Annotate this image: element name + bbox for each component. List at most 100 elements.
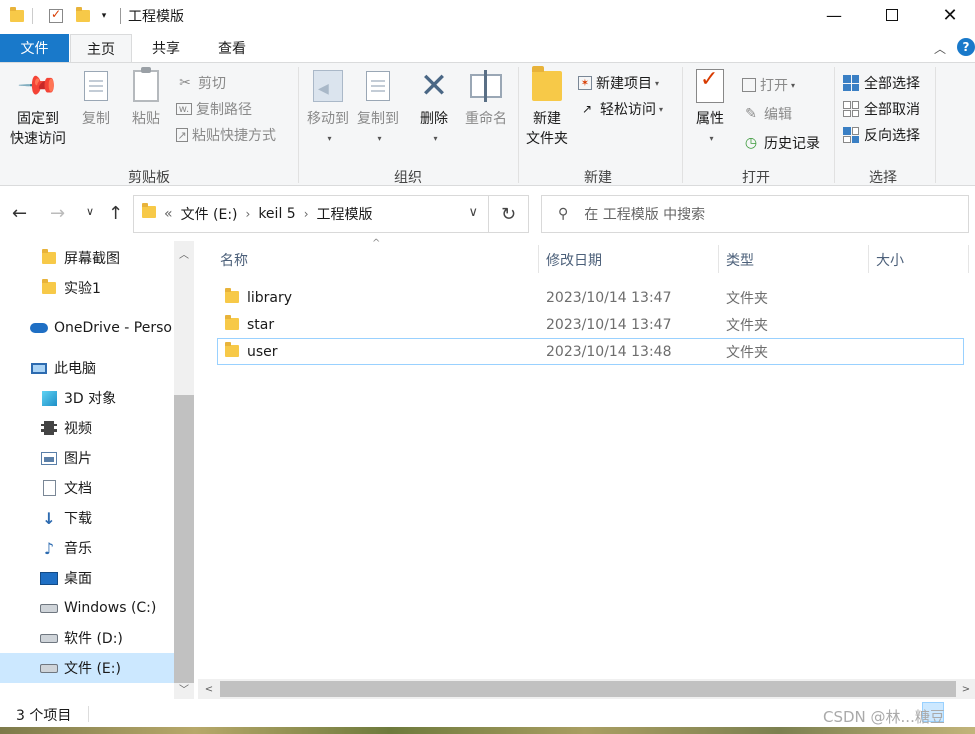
delete-button[interactable]: ✕ 删除 ▾ bbox=[416, 67, 452, 149]
chevron-right-icon[interactable]: › bbox=[304, 207, 309, 221]
breadcrumb-drive[interactable]: 文件 (E:) bbox=[181, 204, 238, 224]
refresh-button[interactable]: ↻ bbox=[489, 195, 529, 233]
sidebar-item-3d-objects[interactable]: 3D 对象 bbox=[0, 383, 174, 413]
rename-button[interactable]: 重命名 bbox=[462, 67, 510, 129]
sidebar-item-drive-d[interactable]: 软件 (D:) bbox=[0, 623, 174, 653]
paste-shortcut-label: 粘贴快捷方式 bbox=[192, 128, 276, 144]
window-title: 工程模版 bbox=[128, 9, 184, 25]
scroll-left-chevron-icon[interactable]: < bbox=[200, 679, 218, 699]
sidebar-item-this-pc[interactable]: 此电脑 bbox=[0, 353, 174, 383]
breadcrumb-overflow[interactable]: « bbox=[164, 206, 173, 222]
edit-button[interactable]: ✎ 编辑 bbox=[742, 103, 792, 125]
sidebar-scrollbar-thumb[interactable] bbox=[174, 395, 194, 683]
file-row-library[interactable]: library 2023/10/14 13:47 文件夹 bbox=[217, 284, 964, 311]
help-icon[interactable]: ? bbox=[957, 38, 975, 56]
column-separator[interactable] bbox=[968, 245, 969, 273]
paste-shortcut-button[interactable]: ↗ 粘贴快捷方式 bbox=[176, 124, 276, 146]
column-separator[interactable] bbox=[538, 245, 539, 273]
scroll-right-chevron-icon[interactable]: > bbox=[957, 679, 975, 699]
sort-ascending-icon: ^ bbox=[372, 238, 381, 249]
tab-file[interactable]: 文件 bbox=[0, 34, 69, 62]
sidebar-item-pictures[interactable]: 图片 bbox=[0, 443, 174, 473]
pin-to-quick-access-button[interactable]: 📌 固定到 快速访问 bbox=[8, 63, 68, 149]
recent-locations-chevron-down-icon[interactable]: ∨ bbox=[86, 205, 94, 218]
new-folder-quick-icon[interactable] bbox=[76, 7, 90, 25]
copy-button[interactable]: 复制 bbox=[76, 67, 116, 129]
sidebar-item-label: 下载 bbox=[64, 511, 92, 527]
invert-selection-button[interactable]: 反向选择 bbox=[842, 124, 920, 146]
tab-view[interactable]: 查看 bbox=[204, 34, 260, 62]
address-bar[interactable]: « 文件 (E:) › keil 5 › 工程模版 ∨ bbox=[133, 195, 489, 233]
properties-button[interactable]: 属性 ▾ bbox=[690, 67, 730, 149]
cut-button[interactable]: ✂ 剪切 bbox=[176, 72, 226, 94]
sidebar-item-videos[interactable]: 视频 bbox=[0, 413, 174, 443]
column-header-date[interactable]: 修改日期 bbox=[546, 250, 602, 270]
sidebar-item-documents[interactable]: 文档 bbox=[0, 473, 174, 503]
properties-quick-icon[interactable] bbox=[48, 7, 64, 25]
pin-icon: 📌 bbox=[15, 63, 61, 109]
group-separator bbox=[682, 67, 683, 183]
column-separator[interactable] bbox=[868, 245, 869, 273]
sidebar-item-music[interactable]: ♪ 音乐 bbox=[0, 533, 174, 563]
scroll-down-chevron-icon[interactable]: ﹀ bbox=[174, 679, 194, 697]
sidebar-item-onedrive[interactable]: OneDrive - Perso bbox=[0, 313, 174, 343]
file-date: 2023/10/14 13:47 bbox=[546, 316, 672, 333]
scroll-up-chevron-icon[interactable]: ︿ bbox=[174, 244, 194, 262]
breadcrumb-keil[interactable]: keil 5 bbox=[258, 206, 295, 222]
collapse-ribbon-chevron-up-icon[interactable]: ︿ bbox=[934, 40, 946, 57]
breadcrumb-current[interactable]: 工程模版 bbox=[317, 204, 373, 224]
large-icons-view-button[interactable] bbox=[948, 702, 970, 722]
new-folder-button[interactable]: 新建 文件夹 bbox=[524, 66, 570, 149]
file-row-star[interactable]: star 2023/10/14 13:47 文件夹 bbox=[217, 311, 964, 338]
chevron-down-icon: ▾ bbox=[791, 80, 796, 90]
move-to-button[interactable]: 移动到 ▾ bbox=[304, 67, 352, 149]
sidebar-item-label: 桌面 bbox=[64, 571, 92, 587]
path-icon: w. bbox=[176, 103, 192, 115]
history-button[interactable]: ◷ 历史记录 bbox=[742, 132, 820, 154]
desktop-icon bbox=[40, 570, 58, 586]
select-all-button[interactable]: 全部选择 bbox=[842, 72, 920, 94]
easy-access-button[interactable]: ↗ 轻松访问 ▾ bbox=[578, 98, 663, 120]
up-arrow-icon[interactable]: ↑ bbox=[108, 203, 123, 224]
new-item-button[interactable]: ✶ 新建项目 ▾ bbox=[578, 72, 659, 94]
sidebar-item-drive-c[interactable]: Windows (C:) bbox=[0, 593, 174, 623]
sidebar-item-screenshots[interactable]: 屏幕截图 bbox=[0, 243, 174, 273]
select-none-button[interactable]: 全部取消 bbox=[842, 98, 920, 120]
close-button[interactable]: ✕ bbox=[921, 0, 975, 30]
horizontal-scrollbar-thumb[interactable] bbox=[220, 681, 956, 697]
open-button[interactable]: 打开 ▾ bbox=[742, 74, 795, 96]
customize-toolbar-chevron-down-icon[interactable]: ▾ bbox=[98, 7, 110, 25]
sidebar-item-desktop[interactable]: 桌面 bbox=[0, 563, 174, 593]
tab-home[interactable]: 主页 bbox=[70, 34, 132, 62]
select-all-label: 全部选择 bbox=[864, 76, 920, 92]
forward-arrow-icon[interactable]: → bbox=[50, 203, 65, 224]
file-row-user[interactable]: user 2023/10/14 13:48 文件夹 bbox=[217, 338, 964, 365]
new-item-icon: ✶ bbox=[578, 76, 592, 90]
address-history-chevron-down-icon[interactable]: ∨ bbox=[468, 205, 478, 220]
paste-button[interactable]: 粘贴 bbox=[126, 67, 166, 129]
separator bbox=[88, 706, 89, 722]
column-separator[interactable] bbox=[718, 245, 719, 273]
copy-path-button[interactable]: w. 复制路径 bbox=[176, 98, 252, 120]
column-header-size[interactable]: 大小 bbox=[876, 250, 904, 270]
delete-x-icon: ✕ bbox=[419, 66, 449, 106]
column-header-name[interactable]: 名称 bbox=[220, 250, 248, 270]
copy-label: 复制 bbox=[82, 111, 110, 127]
copy-icon bbox=[79, 67, 113, 105]
search-box[interactable]: ⚲ 在 工程模版 中搜索 bbox=[541, 195, 969, 233]
file-type: 文件夹 bbox=[726, 290, 768, 307]
minimize-button[interactable]: — bbox=[805, 0, 863, 30]
chevron-down-icon: ▾ bbox=[659, 104, 664, 114]
tab-share[interactable]: 共享 bbox=[138, 34, 194, 62]
maximize-button[interactable] bbox=[863, 0, 921, 30]
chevron-right-icon[interactable]: › bbox=[246, 207, 251, 221]
copy-to-button[interactable]: 复制到 ▾ bbox=[354, 67, 402, 149]
paste-label: 粘贴 bbox=[132, 111, 160, 127]
back-arrow-icon[interactable]: ← bbox=[12, 203, 27, 224]
ribbon: 📌 固定到 快速访问 复制 粘贴 ✂ 剪切 w. 复制路径 ↗ 粘贴快捷方式 剪贴板 … bbox=[0, 62, 975, 186]
sidebar-item-downloads[interactable]: ↓ 下载 bbox=[0, 503, 174, 533]
sidebar-item-drive-e[interactable]: 文件 (E:) bbox=[0, 653, 174, 683]
column-header-type[interactable]: 类型 bbox=[726, 250, 754, 270]
sidebar-item-label: 软件 (D:) bbox=[64, 631, 123, 647]
sidebar-item-experiment1[interactable]: 实验1 bbox=[0, 273, 174, 303]
